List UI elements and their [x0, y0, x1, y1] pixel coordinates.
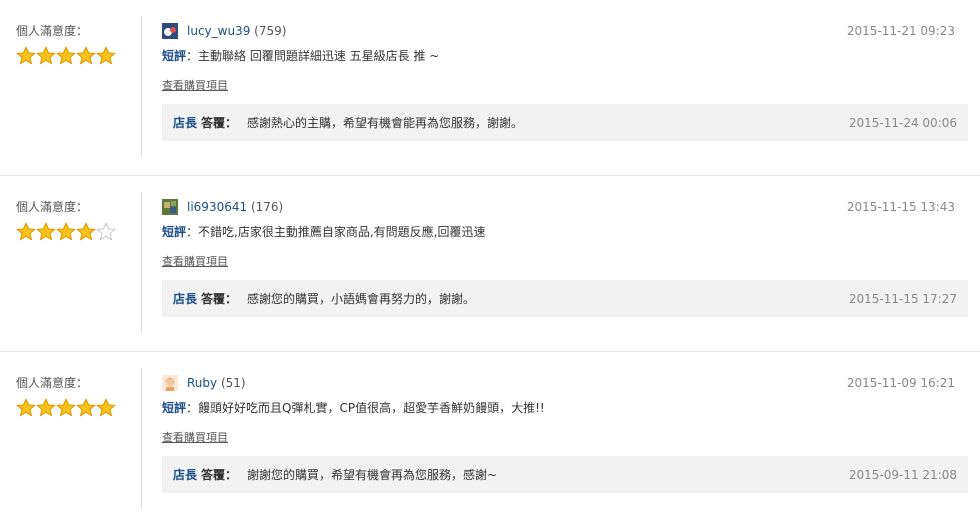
user-review-count: (51): [220, 376, 246, 390]
review-header: li6930641 (176): [162, 199, 283, 215]
star-filled-icon: [56, 46, 76, 66]
reply-date: 2015-09-11 21:08: [848, 468, 957, 482]
reply-owner-label: 店長: [173, 292, 198, 306]
short-review-text: ：饅頭好好吃而且Q彈札實，CP值很高，超愛芋香鮮奶饅頭，大推!!: [186, 401, 545, 415]
review-header: Ruby (51): [162, 375, 246, 391]
reply-date: 2015-11-24 00:06: [848, 116, 957, 130]
star-filled-icon: [76, 398, 96, 418]
avatar[interactable]: [162, 23, 178, 39]
username-link[interactable]: lucy_wu39: [187, 24, 250, 38]
short-review: 短評：不錯吃,店家很主動推薦自家商品,有問題反應,回覆迅速: [162, 224, 485, 240]
reply-owner-label: 店長: [173, 116, 198, 130]
star-filled-icon: [56, 222, 76, 242]
rating-block: 個人滿意度：: [16, 24, 136, 66]
review-date: 2015-11-09 16:21: [846, 376, 955, 390]
shop-reply: 店長 答覆： 謝謝您的購買，希望有機會再為您服務，感謝~ 2015-09-11 21…: [162, 456, 968, 493]
short-review: 短評：主動聯絡 回覆問題詳細迅速 五星級店長 推 ~: [162, 48, 439, 64]
star-filled-icon: [36, 222, 56, 242]
user-review-count: (176): [250, 200, 284, 214]
reply-text: 謝謝您的購買，希望有機會再為您服務，感謝~: [247, 468, 498, 482]
divider: [141, 193, 142, 333]
short-review: 短評：饅頭好好吃而且Q彈札實，CP值很高，超愛芋香鮮奶饅頭，大推!!: [162, 400, 545, 416]
star-rating: [16, 222, 136, 242]
avatar[interactable]: [162, 375, 178, 391]
divider: [141, 17, 142, 157]
review-item: 個人滿意度： lucy_wu39 (759) 2015-11-21 09:23 …: [0, 17, 980, 157]
review-item: 個人滿意度： Ruby (51) 2015-11-09 16:21 短評：饅頭好…: [0, 369, 980, 509]
review-separator: [0, 351, 980, 352]
star-filled-icon: [36, 398, 56, 418]
satisfaction-label: 個人滿意度：: [16, 24, 89, 38]
review-date: 2015-11-15 13:43: [846, 200, 955, 214]
rating-block: 個人滿意度：: [16, 200, 136, 242]
star-filled-icon: [76, 222, 96, 242]
rating-block: 個人滿意度：: [16, 376, 136, 418]
star-filled-icon: [96, 46, 116, 66]
view-items-link[interactable]: 查看購買項目: [162, 255, 228, 269]
star-rating: [16, 46, 136, 66]
star-filled-icon: [16, 46, 36, 66]
star-filled-icon: [96, 398, 116, 418]
short-review-label: 短評: [162, 401, 187, 415]
reply-text: 感謝您的購買，小語媽會再努力的，謝謝。: [247, 292, 476, 306]
reply-label: 答覆：: [201, 292, 238, 306]
shop-reply: 店長 答覆： 感謝您的購買，小語媽會再努力的，謝謝。 2015-11-15 17:2…: [162, 280, 968, 317]
short-review-text: ：主動聯絡 回覆問題詳細迅速 五星級店長 推 ~: [186, 49, 440, 63]
review-item: 個人滿意度： li6930641 (176) 2015-11-15 13:43 …: [0, 193, 980, 333]
review-date: 2015-11-21 09:23: [846, 24, 955, 38]
star-filled-icon: [76, 46, 96, 66]
star-rating: [16, 398, 136, 418]
divider: [141, 369, 142, 509]
user-review-count: (759): [254, 24, 287, 38]
reply-date: 2015-11-15 17:27: [848, 292, 957, 306]
view-items-link[interactable]: 查看購買項目: [162, 79, 228, 93]
satisfaction-label: 個人滿意度：: [16, 200, 89, 214]
review-separator: [0, 175, 980, 176]
short-review-label: 短評: [162, 49, 187, 63]
star-filled-icon: [56, 398, 76, 418]
username-link[interactable]: li6930641: [187, 200, 247, 214]
star-filled-icon: [36, 46, 56, 66]
star-empty-icon: [96, 222, 116, 242]
reply-owner-label: 店長: [173, 468, 198, 482]
view-items-link[interactable]: 查看購買項目: [162, 431, 228, 445]
reply-label: 答覆：: [201, 468, 238, 482]
star-filled-icon: [16, 222, 36, 242]
review-header: lucy_wu39 (759): [162, 23, 286, 39]
star-filled-icon: [16, 398, 36, 418]
short-review-label: 短評: [162, 225, 187, 239]
avatar[interactable]: [162, 199, 178, 215]
shop-reply: 店長 答覆： 感謝熱心的主購，希望有機會能再為您服務，謝謝。 2015-11-24 …: [162, 104, 968, 141]
satisfaction-label: 個人滿意度：: [16, 376, 89, 390]
reply-text: 感謝熱心的主購，希望有機會能再為您服務，謝謝。: [247, 116, 524, 130]
reply-label: 答覆：: [201, 116, 238, 130]
username-link[interactable]: Ruby: [187, 376, 217, 390]
short-review-text: ：不錯吃,店家很主動推薦自家商品,有問題反應,回覆迅速: [186, 225, 486, 239]
